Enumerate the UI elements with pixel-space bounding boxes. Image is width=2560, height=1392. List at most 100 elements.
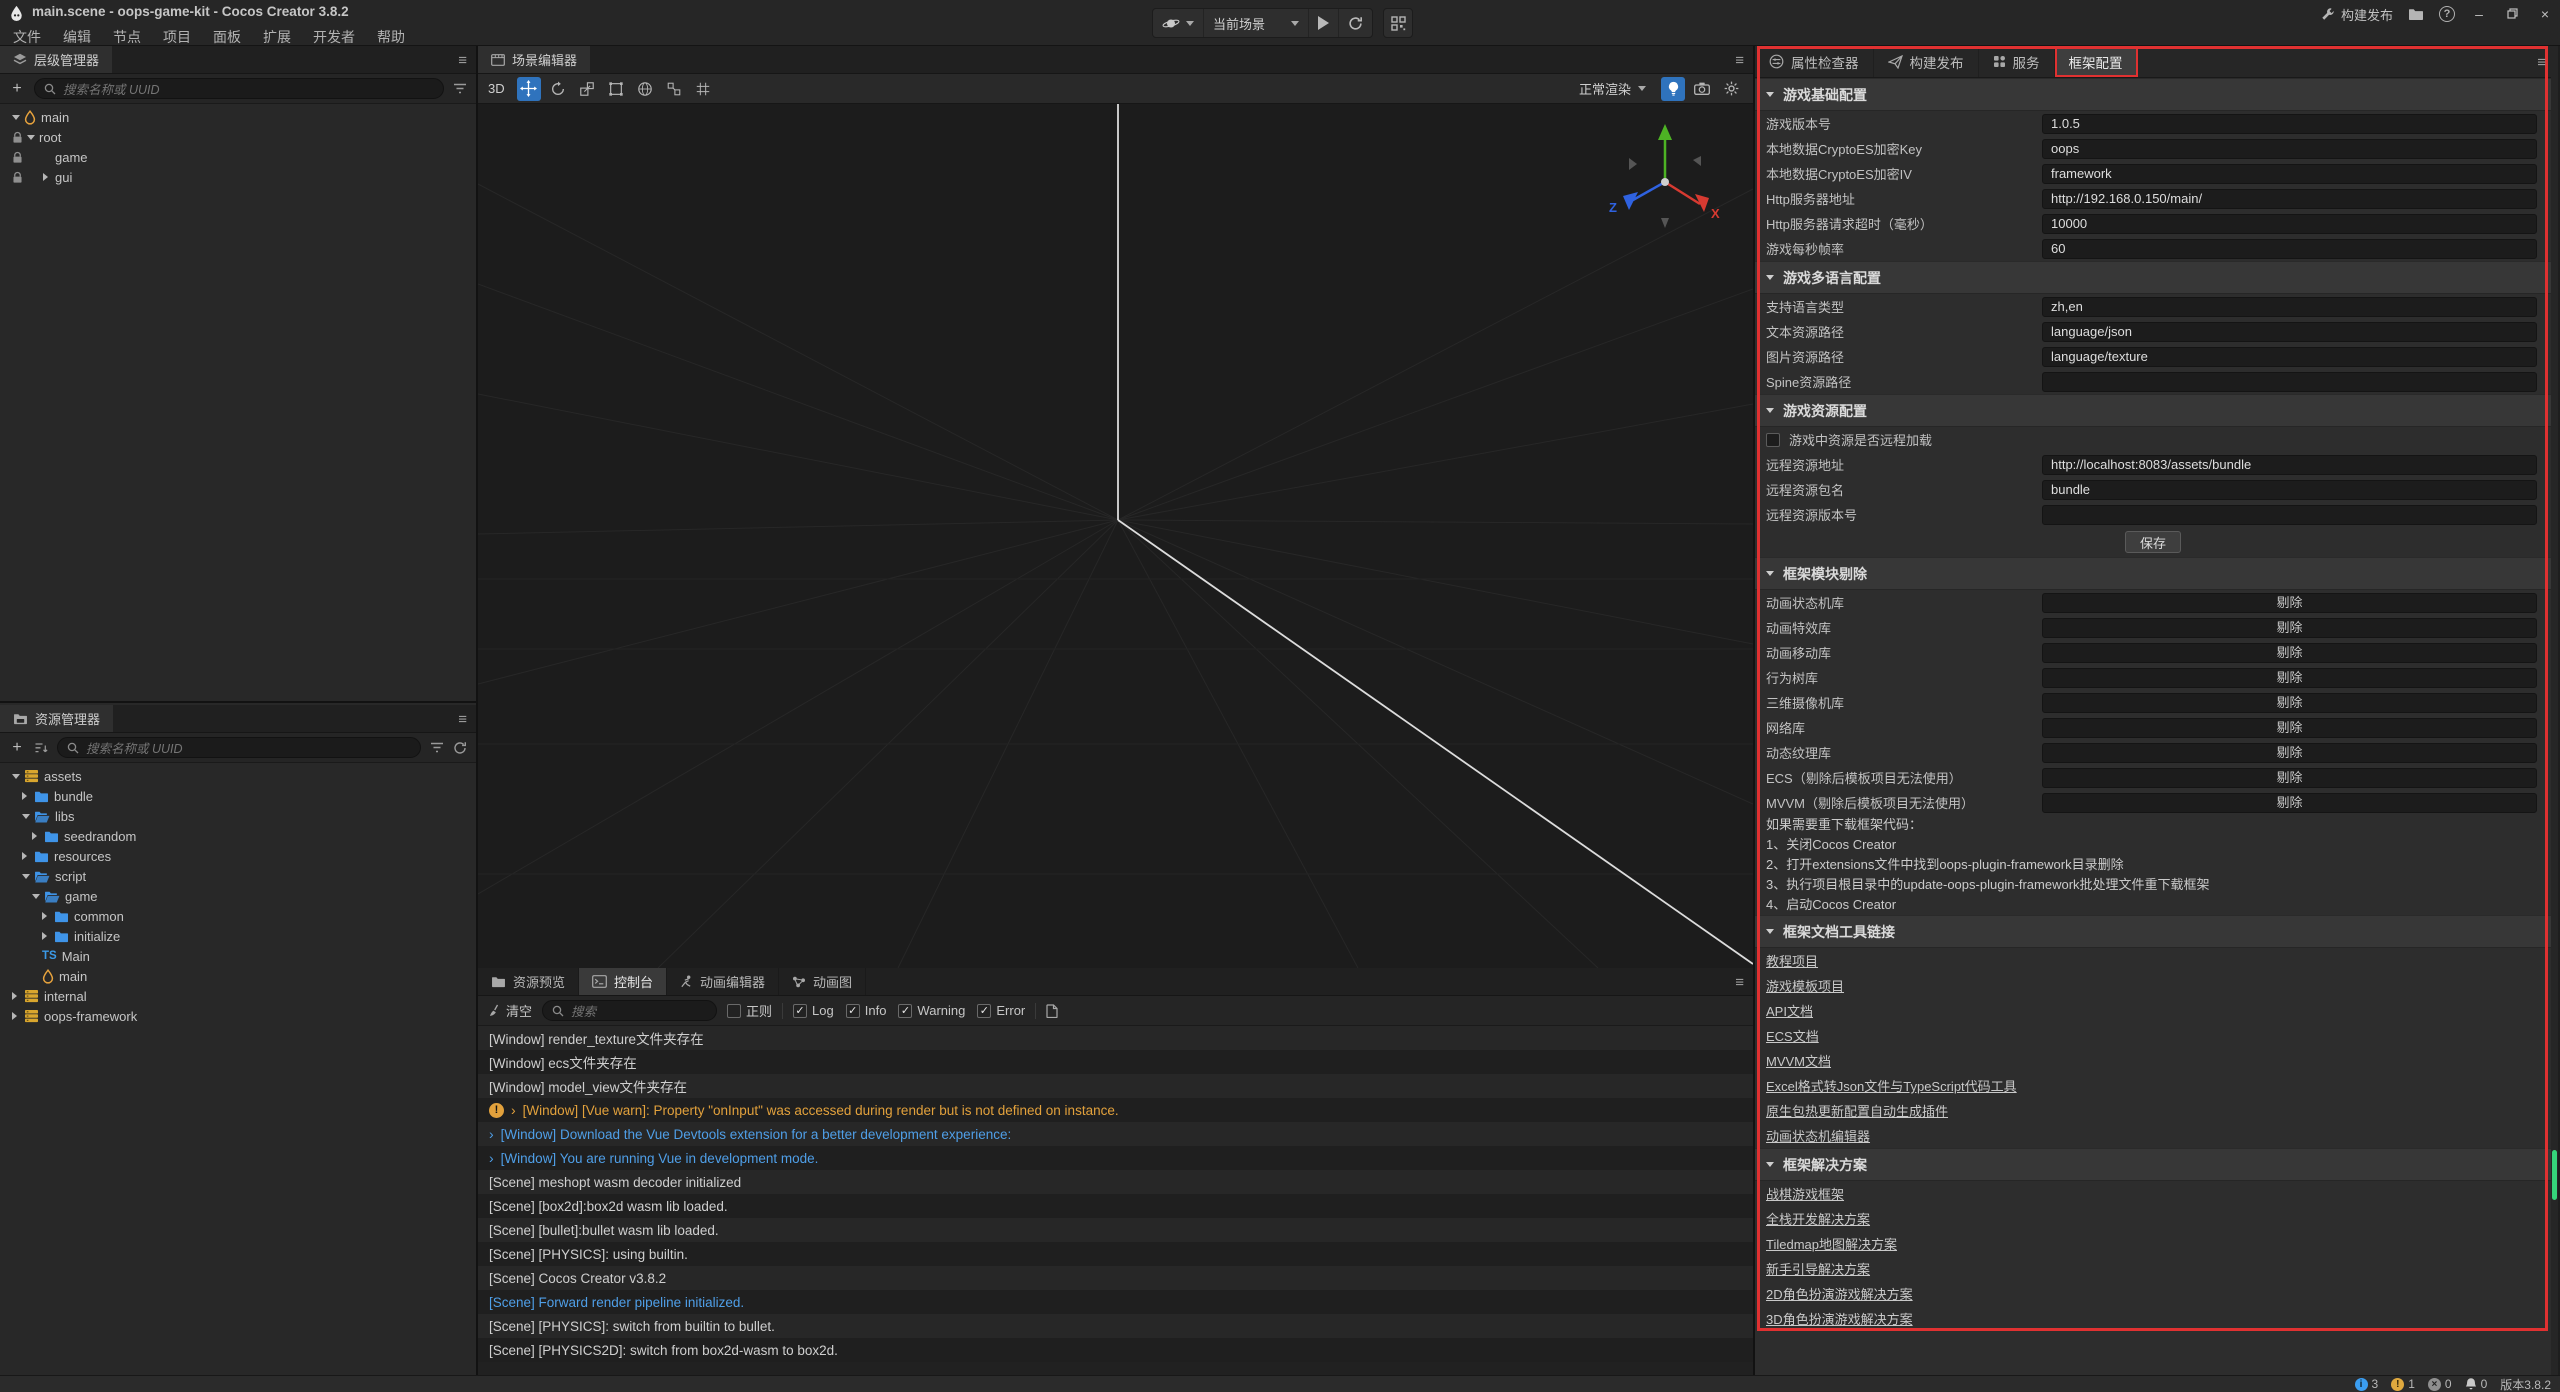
tree-item-game[interactable]: game [0, 147, 476, 167]
chevron-right-icon[interactable] [32, 832, 44, 840]
scene-select-dropdown[interactable]: 当前场景 [1204, 9, 1309, 37]
tab-scene-editor[interactable]: 场景编辑器 [478, 46, 590, 73]
tree-item-root[interactable]: root [0, 127, 476, 147]
camera-settings-button[interactable] [1690, 77, 1714, 101]
hierarchy-menu-icon[interactable]: ≡ [458, 52, 467, 69]
field-input-http-server[interactable]: http://192.168.0.150/main/ [2042, 189, 2537, 209]
menu-item-node[interactable]: 节点 [102, 25, 152, 49]
tree-item-main-ts[interactable]: TSMain [0, 946, 476, 966]
remove-button-ecs[interactable]: 剔除 [2042, 768, 2537, 788]
checkbox-remote-load[interactable] [1766, 433, 1780, 447]
preview-qr-button[interactable] [1383, 8, 1413, 38]
log-row[interactable]: [Window] render_texture文件夹存在 [478, 1026, 1753, 1050]
tab-inspector[interactable]: 属性检查器 [1755, 46, 1874, 77]
link-ecs-doc[interactable]: ECS文档 [1766, 1026, 1819, 1045]
tab-hierarchy[interactable]: 层级管理器 [0, 46, 112, 73]
section-header-framework-solutions[interactable]: 框架解决方案 [1755, 1148, 2551, 1181]
chevron-right-icon[interactable] [22, 852, 34, 860]
menu-item-panel[interactable]: 面板 [202, 25, 252, 49]
chevron-down-icon[interactable] [27, 135, 39, 140]
chevron-right-icon[interactable] [22, 792, 34, 800]
link-tutorial-project[interactable]: 教程项目 [1766, 951, 1818, 970]
field-input-game-version[interactable]: 1.0.5 [2042, 114, 2537, 134]
error-count-indicator[interactable]: × 0 [2428, 1377, 2452, 1391]
tree-item-libs[interactable]: libs [0, 806, 476, 826]
remove-button-anim-effect[interactable]: 剔除 [2042, 618, 2537, 638]
inspector-menu-icon[interactable]: ≡ [2537, 54, 2546, 71]
log-row[interactable]: [Scene] [PHYSICS]: using builtin. [478, 1242, 1753, 1266]
remove-button-behavior-tree[interactable]: 剔除 [2042, 668, 2537, 688]
add-node-button[interactable]: + [9, 80, 25, 98]
rect-tool-button[interactable] [604, 77, 628, 101]
tree-item-internal[interactable]: internal [0, 986, 476, 1006]
tree-item-main-scene[interactable]: main [0, 966, 476, 986]
field-input-crypto-iv[interactable]: framework [2042, 164, 2537, 184]
filter-log-checkbox[interactable]: ✓Log [793, 1003, 834, 1018]
chevron-right-icon[interactable] [42, 912, 54, 920]
help-button[interactable]: ? [2439, 6, 2455, 22]
scene-viewport[interactable]: X Z [478, 104, 1753, 968]
link-animator-editor[interactable]: 动画状态机编辑器 [1766, 1126, 1870, 1145]
expand-arrow-icon[interactable]: › [489, 1150, 494, 1166]
assets-menu-icon[interactable]: ≡ [458, 711, 467, 728]
console-search-input[interactable]: 搜索 [542, 1000, 717, 1021]
hierarchy-search-input[interactable]: 搜索名称或 UUID [34, 78, 444, 99]
rotate-tool-button[interactable] [546, 77, 570, 101]
filter-warning-checkbox[interactable]: ✓Warning [898, 1003, 965, 1018]
link-api-doc[interactable]: API文档 [1766, 1001, 1813, 1020]
log-row[interactable]: [Scene] meshopt wasm decoder initialized [478, 1170, 1753, 1194]
section-header-framework-module-remove[interactable]: 框架模块剔除 [1755, 557, 2551, 590]
link-mvvm-doc[interactable]: MVVM文档 [1766, 1051, 1831, 1070]
tab-assets[interactable]: 资源管理器 [0, 705, 113, 732]
platform-select[interactable] [1153, 9, 1204, 37]
remove-button-network[interactable]: 剔除 [2042, 718, 2537, 738]
notification-indicator[interactable]: 0 [2465, 1377, 2488, 1391]
tab-animation-graph[interactable]: 动画图 [779, 968, 866, 995]
inspector-scrollbar[interactable] [2551, 46, 2558, 1375]
chevron-right-icon[interactable] [43, 173, 55, 181]
menu-item-project[interactable]: 项目 [152, 25, 202, 49]
link-rpg-3d[interactable]: 3D角色扮演游戏解决方案 [1766, 1309, 1913, 1328]
menu-item-edit[interactable]: 编辑 [52, 25, 102, 49]
filter-error-checkbox[interactable]: ✓Error [977, 1003, 1025, 1018]
tree-item-assets[interactable]: assets [0, 766, 476, 786]
scene-menu-icon[interactable]: ≡ [1735, 52, 1744, 69]
gear-icon[interactable] [1719, 77, 1743, 101]
section-header-framework-doc-links[interactable]: 框架文档工具链接 [1755, 915, 2551, 948]
field-input-spine-path[interactable] [2042, 372, 2537, 392]
minimize-button[interactable]: – [2470, 6, 2488, 22]
chevron-right-icon[interactable] [12, 1012, 24, 1020]
remove-button-anim-move[interactable]: 剔除 [2042, 643, 2537, 663]
log-row[interactable]: ›[Window] Download the Vue Devtools exte… [478, 1122, 1753, 1146]
chevron-down-icon[interactable] [12, 774, 24, 779]
chevron-down-icon[interactable] [22, 814, 34, 819]
tree-item-resources[interactable]: resources [0, 846, 476, 866]
sort-assets-button[interactable] [34, 742, 48, 754]
log-row[interactable]: [Scene] Cocos Creator v3.8.2 [478, 1266, 1753, 1290]
tree-item-seedrandom[interactable]: seedrandom [0, 826, 476, 846]
assets-search-input[interactable]: 搜索名称或 UUID [57, 737, 421, 758]
field-input-remote-bundle[interactable]: bundle [2042, 480, 2537, 500]
scale-tool-button[interactable] [575, 77, 599, 101]
expand-arrow-icon[interactable]: › [511, 1102, 516, 1118]
regex-checkbox[interactable]: 正则 [727, 1001, 772, 1020]
section-header-game-base-config[interactable]: 游戏基础配置 [1755, 78, 2551, 111]
build-publish-button[interactable]: 构建发布 [2321, 5, 2393, 24]
log-row[interactable]: ›[Window] You are running Vue in develop… [478, 1146, 1753, 1170]
filter-info-checkbox[interactable]: ✓Info [846, 1003, 887, 1018]
link-excel-tool[interactable]: Excel格式转Json文件与TypeScript代码工具 [1766, 1076, 2017, 1095]
tree-item-common[interactable]: common [0, 906, 476, 926]
close-button[interactable]: × [2536, 6, 2554, 22]
log-row[interactable]: [Scene] [bullet]:bullet wasm lib loaded. [478, 1218, 1753, 1242]
chevron-down-icon[interactable] [12, 115, 24, 120]
lighting-toggle-button[interactable] [1661, 77, 1685, 101]
tree-item-bundle[interactable]: bundle [0, 786, 476, 806]
chevron-right-icon[interactable] [12, 992, 24, 1000]
remove-button-render-texture[interactable]: 剔除 [2042, 743, 2537, 763]
log-row[interactable]: [Scene] [box2d]:box2d wasm lib loaded. [478, 1194, 1753, 1218]
chevron-down-icon[interactable] [32, 894, 44, 899]
console-menu-icon[interactable]: ≡ [1735, 974, 1744, 991]
expand-arrow-icon[interactable]: › [489, 1126, 494, 1142]
field-input-text-path[interactable]: language/json [2042, 322, 2537, 342]
tree-item-game[interactable]: game [0, 886, 476, 906]
